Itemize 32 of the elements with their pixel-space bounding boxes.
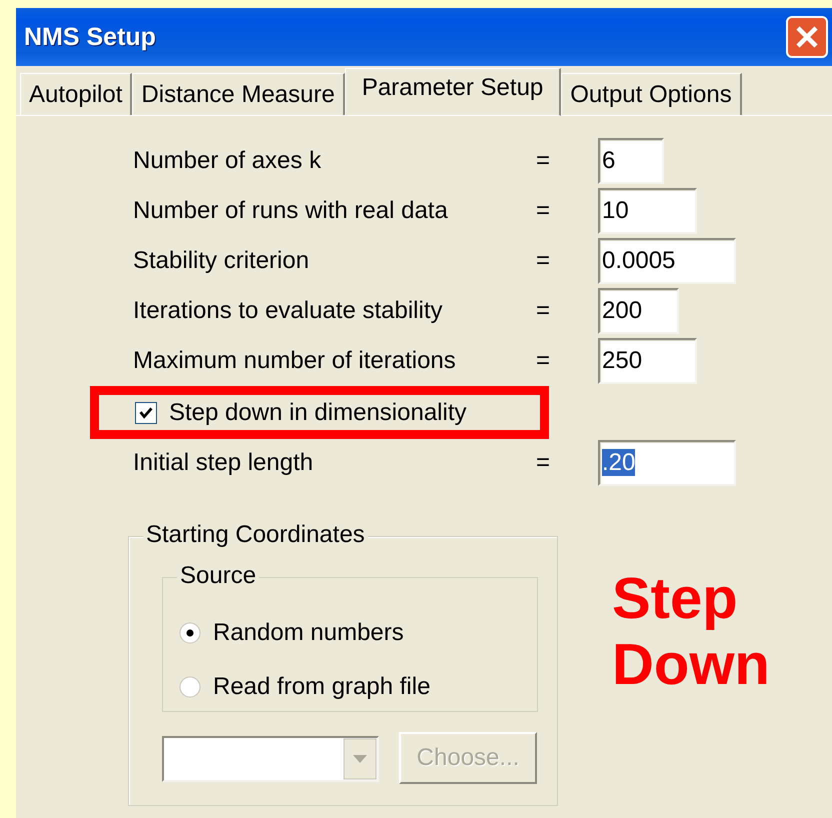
- tab[interactable]: Distance Measure: [132, 73, 345, 115]
- value-field[interactable]: 6: [598, 138, 664, 184]
- parameter-label: Iterations to evaluate stability: [133, 297, 444, 325]
- equals-sign: =: [536, 347, 552, 375]
- checkbox-label: Step down in dimensionality: [169, 398, 467, 426]
- parameter-label: Initial step length: [133, 449, 314, 477]
- parameter-label: Number of runs with real data: [133, 197, 449, 225]
- equals-sign: =: [536, 247, 552, 275]
- parameter-label: Maximum number of iterations: [133, 347, 457, 375]
- value-field[interactable]: 250: [598, 338, 697, 384]
- window-title: NMS Setup: [24, 22, 156, 52]
- equals-sign: =: [536, 197, 552, 225]
- radio-label: Random numbers: [213, 619, 404, 647]
- value-field[interactable]: .20: [598, 440, 736, 486]
- equals-sign: =: [536, 297, 552, 325]
- checkbox[interactable]: [135, 402, 157, 424]
- tab[interactable]: Output Options: [561, 73, 742, 115]
- value-field[interactable]: 0.0005: [598, 238, 736, 284]
- parameter-label: Number of axes k: [133, 147, 322, 175]
- value-field[interactable]: 10: [598, 188, 697, 234]
- callout-line: Step: [612, 566, 739, 632]
- radio-button[interactable]: [179, 622, 201, 644]
- equals-sign: =: [536, 147, 552, 175]
- parameter-label: Stability criterion: [133, 247, 310, 275]
- equals-sign: =: [536, 449, 552, 477]
- value-field[interactable]: 200: [598, 288, 679, 334]
- tab[interactable]: Parameter Setup: [344, 68, 562, 116]
- close-icon[interactable]: [786, 16, 828, 58]
- radio-button[interactable]: [179, 676, 201, 698]
- tab[interactable]: Autopilot: [20, 73, 132, 115]
- radio-label: Read from graph file: [213, 673, 430, 701]
- callout-line: Down: [612, 632, 770, 698]
